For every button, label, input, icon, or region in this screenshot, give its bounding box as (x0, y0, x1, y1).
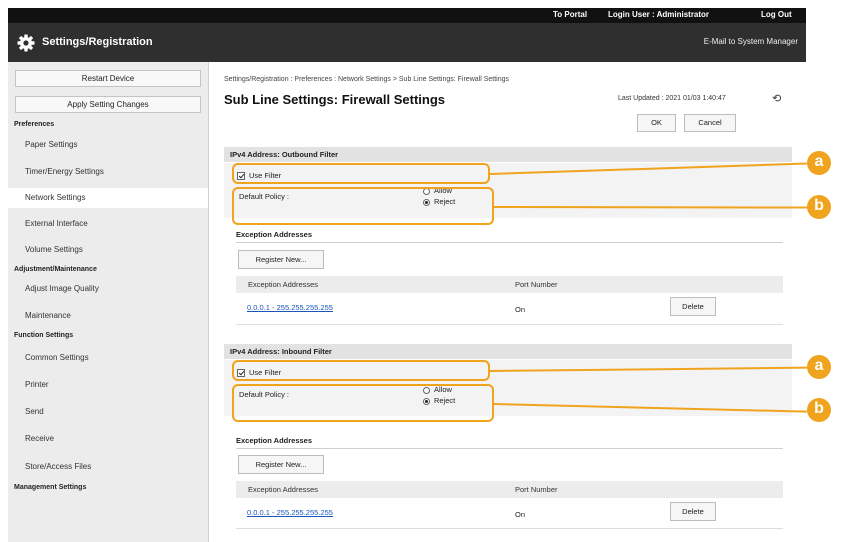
sidebar-category-preferences: Preferences (14, 121, 55, 128)
callout-badge-a: a (807, 151, 831, 175)
sidebar-item-timer-energy-settings[interactable]: Timer/Energy Settings (8, 162, 208, 182)
sidebar-item-external-interface[interactable]: External Interface (8, 214, 208, 234)
inbound-filter-header: IPv4 Address: Inbound Filter (224, 344, 792, 359)
inbound-exception-address-link[interactable]: 0.0.0.1 - 255.255.255.255 (247, 508, 333, 517)
callout-badge-a: a (807, 355, 831, 379)
callout-box-a-outbound (232, 163, 490, 184)
top-bar: To Portal Login User : Administrator Log… (8, 8, 806, 23)
callout-box-b-outbound (232, 187, 494, 225)
email-system-manager-link[interactable]: E-Mail to System Manager (704, 37, 798, 46)
restart-device-button[interactable]: Restart Device (15, 70, 201, 87)
inbound-table-header: Exception Addresses Port Number (236, 481, 783, 498)
ok-button[interactable]: OK (637, 114, 676, 132)
callout-box-b-inbound (232, 384, 494, 422)
divider (236, 324, 783, 325)
to-portal-link[interactable]: To Portal (553, 10, 587, 19)
apply-setting-changes-button[interactable]: Apply Setting Changes (15, 96, 201, 113)
sidebar-item-adjust-image-quality[interactable]: Adjust Image Quality (8, 279, 208, 299)
callout-box-a-inbound (232, 360, 490, 381)
divider (236, 242, 783, 243)
refresh-icon[interactable]: ⟲ (772, 92, 781, 105)
divider (236, 448, 783, 449)
sidebar: Restart Device Apply Setting Changes Pre… (8, 62, 209, 542)
browser-page: To Portal Login User : Administrator Log… (8, 8, 806, 542)
sidebar-item-network-settings[interactable]: Network Settings (8, 188, 208, 208)
sidebar-category-adjustment-maintenance: Adjustment/Maintenance (14, 266, 97, 273)
column-header-exception-addresses: Exception Addresses (248, 280, 319, 289)
sidebar-item-printer[interactable]: Printer (8, 375, 208, 395)
sidebar-item-paper-settings[interactable]: Paper Settings (8, 135, 208, 155)
sidebar-item-volume-settings[interactable]: Volume Settings (8, 240, 208, 260)
title-bar: Settings/Registration E-Mail to System M… (8, 23, 806, 62)
outbound-exception-address-link[interactable]: 0.0.0.1 - 255.255.255.255 (247, 303, 333, 312)
last-updated-label: Last Updated : 2021 01/03 1:40:47 (618, 95, 726, 102)
breadcrumb: Settings/Registration : Preferences : Ne… (224, 76, 510, 83)
callout-badge-b: b (807, 398, 831, 422)
outbound-exception-heading: Exception Addresses (236, 230, 312, 239)
cancel-button[interactable]: Cancel (684, 114, 736, 132)
column-header-exception-addresses: Exception Addresses (248, 485, 319, 494)
logout-link[interactable]: Log Out (761, 10, 792, 19)
sidebar-item-maintenance[interactable]: Maintenance (8, 306, 208, 326)
sidebar-category-management-settings: Management Settings (14, 484, 87, 491)
sidebar-category-function-settings: Function Settings (14, 332, 74, 339)
inbound-port-number-value: On (515, 510, 526, 519)
inbound-exception-heading: Exception Addresses (236, 436, 312, 445)
outbound-filter-header: IPv4 Address: Outbound Filter (224, 147, 792, 162)
inbound-register-new-button[interactable]: Register New... (238, 455, 324, 474)
page-title: Sub Line Settings: Firewall Settings (224, 92, 446, 107)
divider (236, 528, 783, 529)
sidebar-item-send[interactable]: Send (8, 402, 208, 422)
outbound-delete-button[interactable]: Delete (670, 297, 716, 316)
main-content: Settings/Registration : Preferences : Ne… (209, 62, 806, 542)
login-user-label: Login User : Administrator (608, 10, 710, 19)
outbound-table-header: Exception Addresses Port Number (236, 276, 783, 293)
callout-badge-b: b (807, 195, 831, 219)
app-title: Settings/Registration (42, 36, 153, 48)
sidebar-item-common-settings[interactable]: Common Settings (8, 348, 208, 368)
outbound-port-number-value: On (515, 305, 526, 314)
outbound-register-new-button[interactable]: Register New... (238, 250, 324, 269)
sidebar-item-store-access-files[interactable]: Store/Access Files (8, 457, 208, 477)
column-header-port-number: Port Number (515, 280, 558, 289)
gear-icon (17, 34, 35, 52)
sidebar-item-receive[interactable]: Receive (8, 429, 208, 449)
inbound-delete-button[interactable]: Delete (670, 502, 716, 521)
column-header-port-number: Port Number (515, 485, 558, 494)
